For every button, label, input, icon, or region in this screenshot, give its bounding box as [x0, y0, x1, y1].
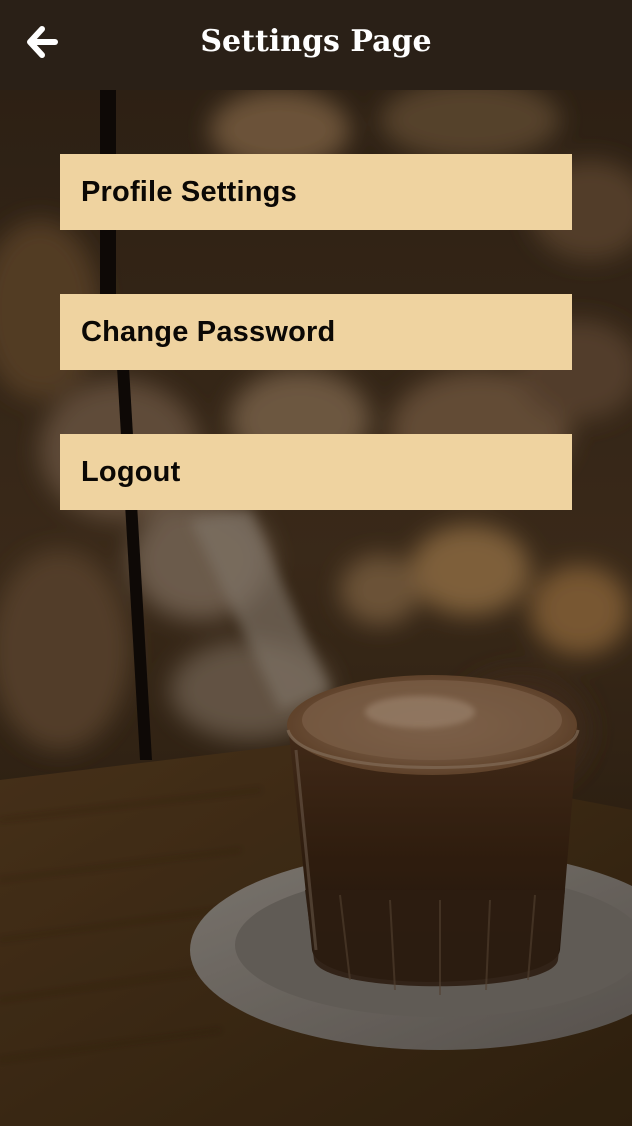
change-password-label: Change Password [81, 315, 336, 348]
logout-label: Logout [81, 455, 181, 488]
logout-button[interactable]: Logout [60, 434, 572, 510]
page-title: Settings Page [200, 24, 432, 59]
profile-settings-button[interactable]: Profile Settings [60, 154, 572, 230]
change-password-button[interactable]: Change Password [60, 294, 572, 370]
app-header: Settings Page [0, 0, 632, 90]
profile-settings-label: Profile Settings [81, 175, 297, 208]
settings-screen: Settings Page Profile Settings Change Pa… [0, 0, 632, 1126]
settings-menu: Profile Settings Change Password Logout [60, 154, 572, 574]
